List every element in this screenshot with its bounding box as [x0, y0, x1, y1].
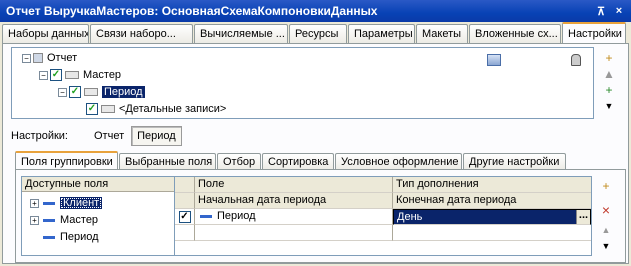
column-header-field[interactable]: Поле	[195, 177, 393, 193]
tree-node-report[interactable]: − Отчет	[22, 50, 77, 66]
choose-button[interactable]: ...	[576, 210, 590, 224]
tree-label-details: <Детальные записи>	[119, 103, 227, 115]
tree-node-details[interactable]: ✓ <Детальные записи>	[86, 101, 226, 117]
field-icon	[43, 218, 55, 222]
settings-option-period[interactable]: Период	[131, 126, 182, 146]
available-field-label: Клиент	[60, 197, 103, 209]
available-field-label: Мастер	[60, 214, 99, 226]
grouping-icon	[84, 88, 98, 96]
available-field-label: Период	[60, 231, 99, 243]
tree-node-master[interactable]: − ✓ Мастер	[39, 67, 121, 83]
add-details-icon[interactable]: +	[601, 82, 617, 98]
grouping-fields-page: Доступные поля + Клиент + Мастер Период …	[15, 169, 626, 263]
tab-calculated-fields[interactable]: Вычисляемые ...	[194, 24, 288, 43]
tab-parameters[interactable]: Параметры	[348, 24, 415, 43]
add-grouping-icon[interactable]: +	[601, 50, 617, 66]
available-field-period[interactable]: Период	[41, 229, 99, 245]
move-up-icon[interactable]: ▲	[598, 222, 614, 238]
up-icon[interactable]: ▲	[601, 66, 617, 82]
tree-node-period[interactable]: − ✓ Период	[58, 84, 145, 100]
collapse-icon[interactable]: −	[39, 70, 48, 80]
tab-sort[interactable]: Сортировка	[262, 153, 334, 170]
grouping-icon	[65, 71, 79, 79]
move-down-icon[interactable]: ▼	[598, 238, 614, 254]
column-header-addition-type[interactable]: Тип дополнения	[393, 177, 591, 193]
field-icon	[43, 235, 55, 239]
expand-icon[interactable]: +	[30, 215, 39, 225]
window-titlebar: Отчет ВыручкаМастеров: ОсновнаяСхемаКомп…	[0, 0, 631, 22]
column-header-end-date[interactable]: Конечная дата периода	[393, 193, 591, 209]
add-field-icon[interactable]: +	[598, 178, 614, 194]
details-checkbox[interactable]: ✓	[86, 103, 98, 115]
pin-icon[interactable]: ⊼	[593, 3, 609, 19]
move-down-icon[interactable]: ▼	[601, 98, 617, 114]
report-icon	[33, 53, 43, 63]
datasource-icon[interactable]	[486, 53, 502, 67]
row-addition-type[interactable]: День ...	[393, 209, 591, 225]
tab-filter[interactable]: Отбор	[217, 153, 261, 170]
available-fields-tree[interactable]: Доступные поля + Клиент + Мастер Период	[21, 176, 179, 256]
settings-label: Настройки:	[11, 130, 68, 142]
table-row[interactable]: ✓ Период День ...	[175, 209, 591, 225]
available-field-master[interactable]: + Мастер	[30, 212, 98, 228]
grid-header-row: Поле Тип дополнения	[175, 177, 591, 193]
tree-label-period: Период	[102, 86, 145, 98]
collapse-icon[interactable]: −	[58, 87, 67, 97]
tab-datasets[interactable]: Наборы данных	[2, 24, 89, 43]
row-field[interactable]: Период	[217, 210, 256, 222]
tab-nested-schemes[interactable]: Вложенные сх...	[469, 24, 561, 43]
tree-label-report: Отчет	[47, 52, 78, 64]
period-checkbox[interactable]: ✓	[69, 86, 81, 98]
grouping-fields-grid: Поле Тип дополнения Начальная дата перио…	[174, 176, 592, 256]
row-checkbox[interactable]: ✓	[178, 210, 191, 223]
tab-other-settings[interactable]: Другие настройки	[463, 153, 566, 170]
tab-dataset-links[interactable]: Связи наборо...	[90, 24, 193, 43]
settings-selector: Настройки: Отчет Период	[11, 125, 182, 147]
tab-templates[interactable]: Макеты	[416, 24, 468, 43]
table-row-empty	[175, 225, 591, 241]
settings-panel: − Отчет − ✓ Мастер − ✓ Период ✓ <Детальн…	[2, 43, 629, 264]
column-header-start-date[interactable]: Начальная дата периода	[195, 193, 393, 209]
tab-resources[interactable]: Ресурсы	[289, 24, 347, 43]
details-icon	[101, 105, 115, 113]
structure-tree[interactable]: − Отчет − ✓ Мастер − ✓ Период ✓ <Детальн…	[11, 47, 594, 119]
tab-grouping-fields[interactable]: Поля группировки	[15, 151, 118, 170]
close-icon[interactable]: ×	[611, 3, 627, 19]
expand-icon[interactable]: +	[30, 198, 39, 208]
settings-option-report[interactable]: Отчет	[89, 127, 129, 145]
settings-tabs: Поля группировки Выбранные поля Отбор Со…	[15, 151, 567, 170]
tab-settings[interactable]: Настройки	[562, 22, 626, 43]
window-title: Отчет ВыручкаМастеров: ОсновнаяСхемаКомп…	[6, 4, 378, 18]
tab-conditional-format[interactable]: Условное оформление	[335, 153, 462, 170]
lock-icon[interactable]	[568, 53, 584, 67]
addition-type-value[interactable]: День	[397, 211, 422, 223]
window-controls: ⊼ ×	[593, 3, 627, 19]
available-fields-header: Доступные поля	[22, 177, 178, 192]
tree-label-master: Мастер	[83, 69, 122, 81]
main-tabs: Наборы данных Связи наборо... Вычисляемы…	[2, 22, 629, 43]
available-field-client[interactable]: + Клиент	[30, 195, 103, 211]
grid-subheader-row: Начальная дата периода Конечная дата пер…	[175, 193, 591, 209]
field-icon	[200, 214, 212, 218]
tab-selected-fields[interactable]: Выбранные поля	[119, 153, 216, 170]
delete-icon[interactable]: ×	[598, 202, 614, 218]
collapse-icon[interactable]: −	[22, 53, 31, 63]
field-icon	[43, 201, 55, 205]
master-checkbox[interactable]: ✓	[50, 69, 62, 81]
